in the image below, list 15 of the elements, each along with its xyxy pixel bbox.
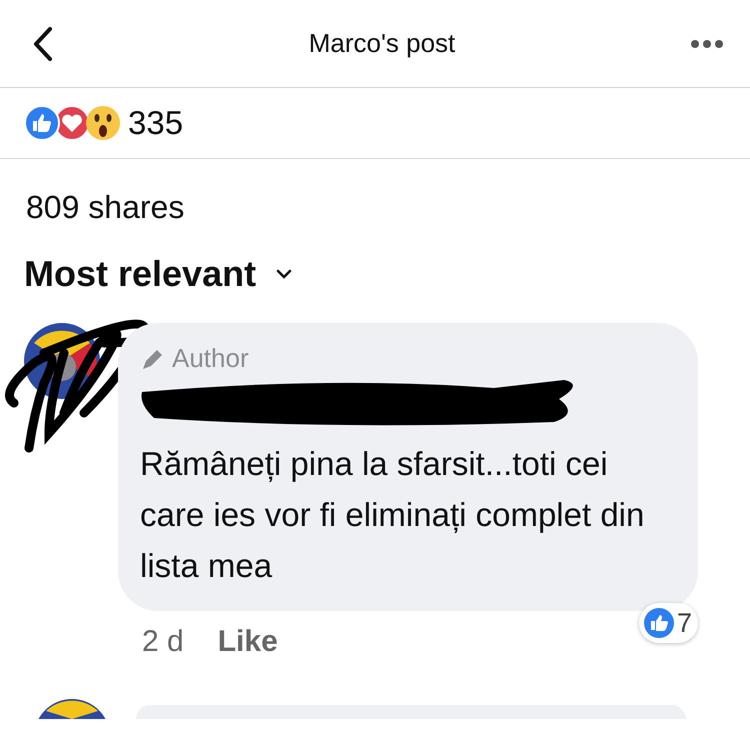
author-label: Author	[172, 343, 249, 374]
back-button[interactable]	[32, 26, 54, 62]
reaction-icons[interactable]	[24, 104, 122, 142]
reaction-count: 7	[676, 608, 692, 638]
reaction-count[interactable]: 335	[128, 104, 184, 142]
reaction-badge[interactable]: 7	[638, 603, 698, 643]
comment-time: 2 d	[142, 625, 184, 659]
shares-count[interactable]: 809 shares	[0, 159, 750, 227]
more-options-button[interactable]	[690, 38, 724, 48]
avatar[interactable]	[24, 323, 100, 399]
comment-text: Rămâneți pina la sfarsit...toti cei care ies vor fi eliminați complet din lista mea	[140, 444, 646, 586]
post-title: Marco's post	[308, 28, 456, 59]
sort-dropdown[interactable]: Most relevant	[24, 253, 294, 295]
like-button[interactable]: Like	[218, 625, 278, 659]
like-icon	[642, 607, 675, 639]
